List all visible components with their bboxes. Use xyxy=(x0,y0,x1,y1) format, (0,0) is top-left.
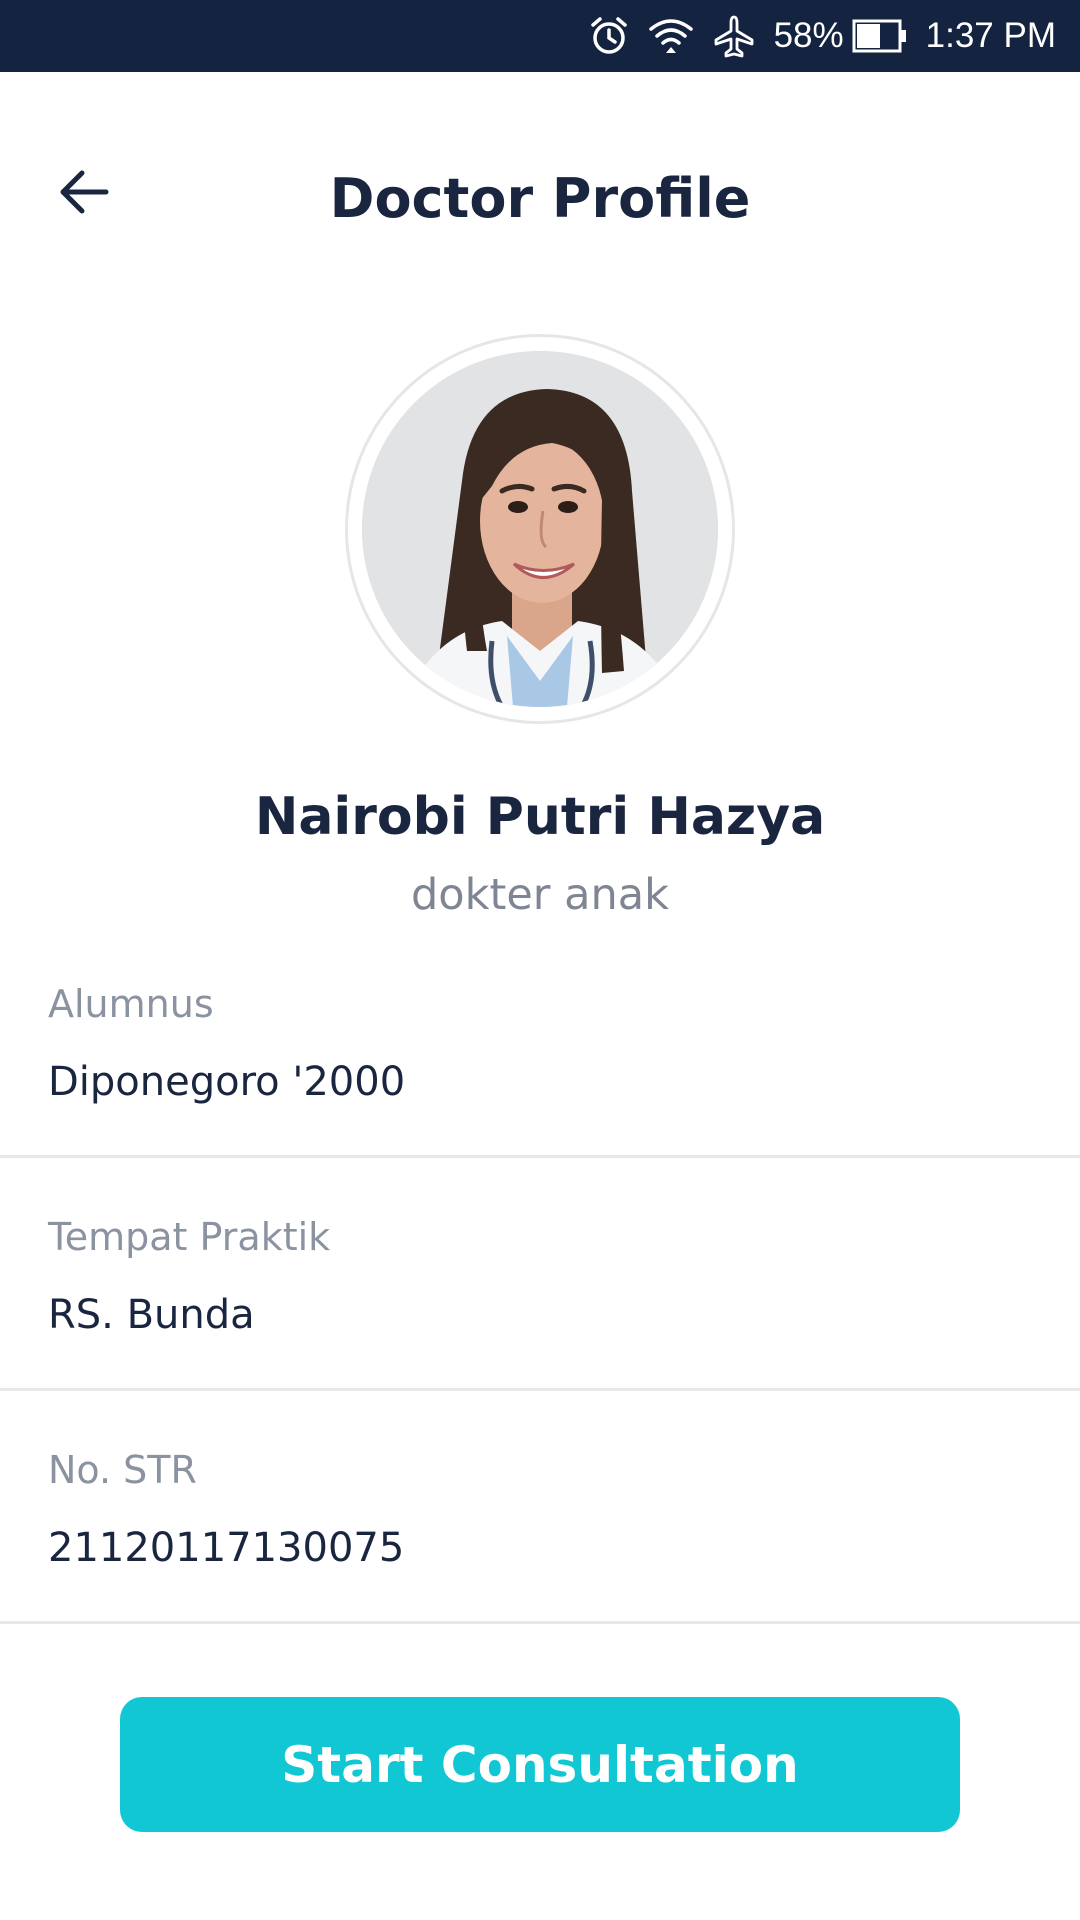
info-row-alumnus: Alumnus Diponegoro '2000 xyxy=(0,982,1080,1215)
str-value: 21120117130075 xyxy=(48,1525,405,1571)
practice-label: Tempat Praktik xyxy=(48,1215,331,1259)
divider xyxy=(0,1155,1080,1158)
battery-percent: 58% xyxy=(773,16,844,55)
avatar-frame xyxy=(345,334,735,724)
battery-icon xyxy=(852,19,908,53)
str-label: No. STR xyxy=(48,1448,197,1492)
alumnus-label: Alumnus xyxy=(48,982,214,1026)
wifi-icon xyxy=(648,15,694,57)
doctor-avatar xyxy=(362,351,718,707)
alumnus-value: Diponegoro '2000 xyxy=(48,1059,406,1105)
info-row-practice: Tempat Praktik RS. Bunda xyxy=(0,1215,1080,1448)
start-consultation-button[interactable]: Start Consultation xyxy=(120,1697,960,1832)
divider xyxy=(0,1388,1080,1391)
info-row-str: No. STR 21120117130075 xyxy=(0,1448,1080,1681)
status-time: 1:37 PM xyxy=(925,16,1056,55)
battery-indicator: 58% xyxy=(774,16,908,56)
airplane-icon xyxy=(712,14,756,58)
app-header: Doctor Profile xyxy=(0,72,1080,272)
page-title: Doctor Profile xyxy=(329,167,751,230)
status-icons: 58% 1:37 PM xyxy=(588,0,1056,72)
alarm-icon xyxy=(588,15,630,57)
doctor-name: Nairobi Putri Hazya xyxy=(254,787,826,847)
doctor-specialty: dokter anak xyxy=(410,870,670,920)
status-bar: 58% 1:37 PM xyxy=(0,0,1080,72)
practice-value: RS. Bunda xyxy=(48,1292,255,1338)
divider xyxy=(0,1621,1080,1624)
